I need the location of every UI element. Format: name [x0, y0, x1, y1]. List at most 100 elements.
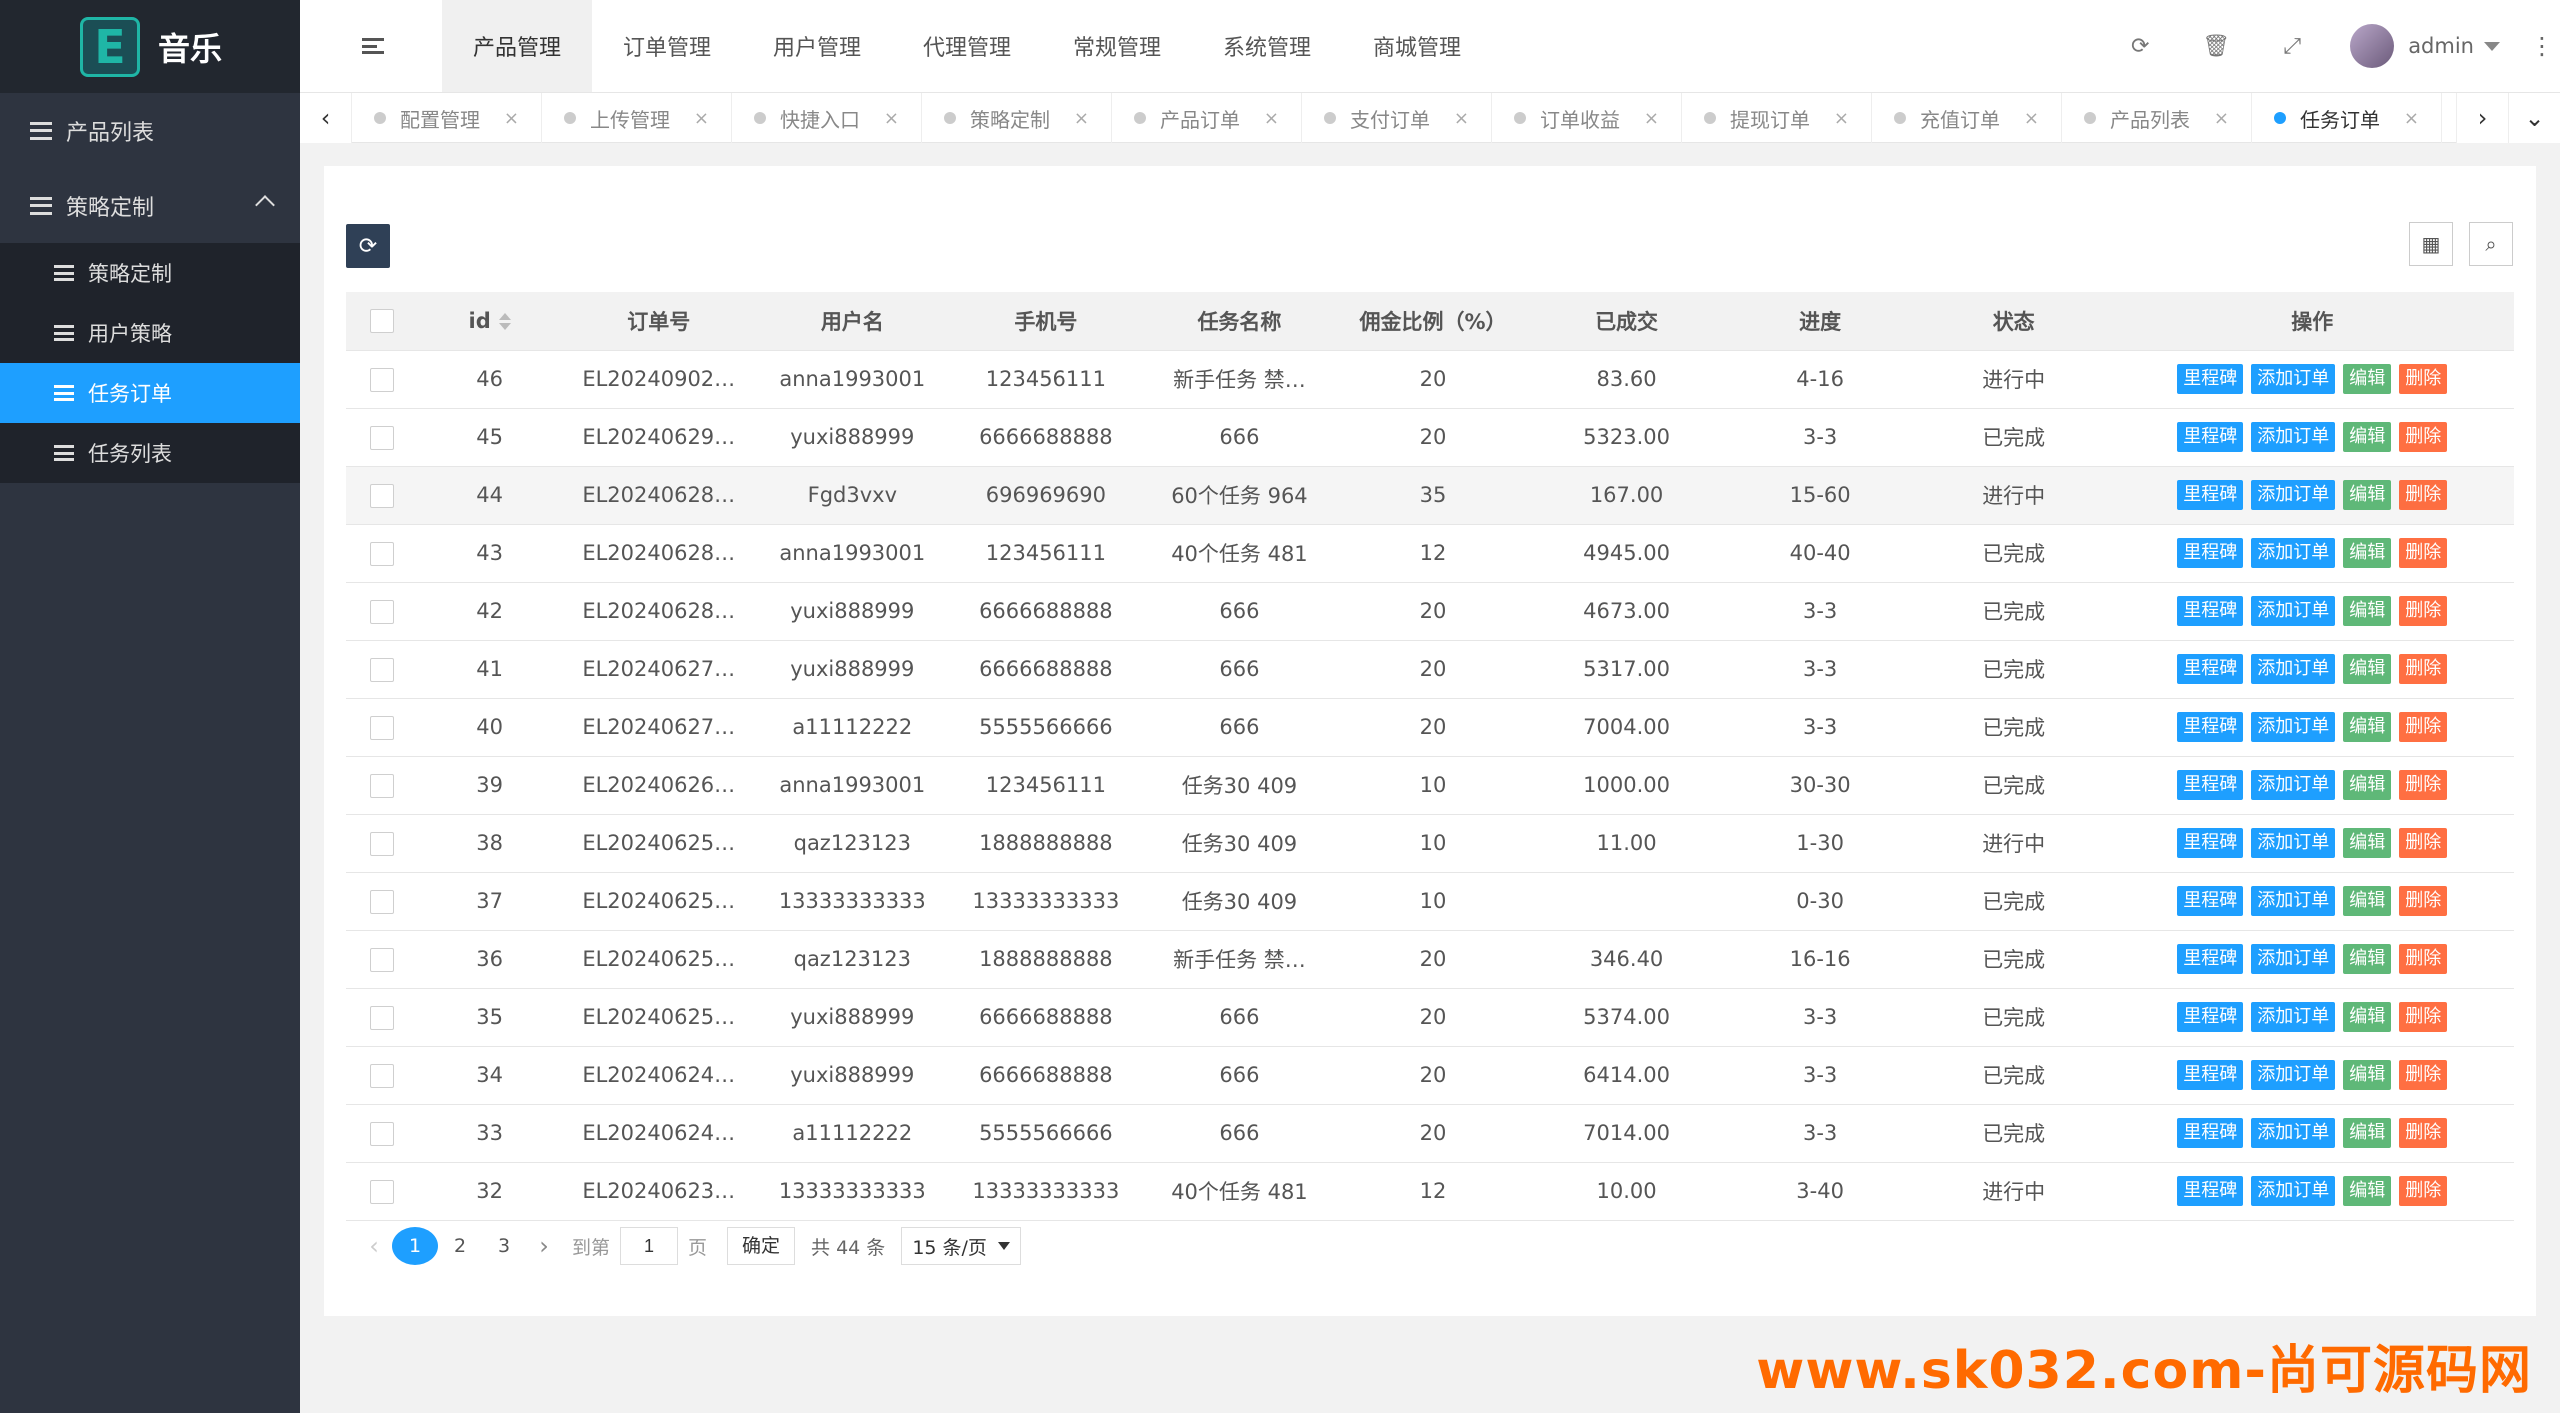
add-order-button[interactable]: 添加订单 [2251, 422, 2336, 452]
edit-button[interactable]: 编辑 [2343, 1176, 2392, 1206]
tab-withdraw-orders[interactable]: 提现订单 × [1682, 93, 1872, 143]
row-checkbox[interactable] [369, 1063, 394, 1088]
row-checkbox[interactable] [369, 1179, 394, 1204]
row-checkbox[interactable] [369, 367, 394, 392]
row-checkbox[interactable] [369, 599, 394, 624]
delete-button[interactable]: 删除 [2399, 712, 2448, 742]
add-order-button[interactable]: 添加订单 [2251, 538, 2336, 568]
row-checkbox[interactable] [369, 657, 394, 682]
sidebar-subitem-strategy[interactable]: 策略定制 [0, 243, 300, 303]
tab-strategy[interactable]: 策略定制 × [922, 93, 1112, 143]
milestone-button[interactable]: 里程碑 [2177, 364, 2244, 394]
close-icon[interactable]: × [884, 108, 899, 129]
tab-payment-orders[interactable]: 支付订单 × [1302, 93, 1492, 143]
chevron-down-icon[interactable]: ⌄ [2508, 93, 2560, 143]
fullscreen-icon[interactable]: ⤢ [2254, 34, 2330, 59]
page-1[interactable]: 1 [392, 1227, 438, 1265]
tab-product-orders[interactable]: 产品订单 × [1112, 93, 1302, 143]
milestone-button[interactable]: 里程碑 [2177, 828, 2244, 858]
milestone-button[interactable]: 里程碑 [2177, 1002, 2244, 1032]
close-icon[interactable]: × [1074, 108, 1089, 129]
close-icon[interactable]: × [2214, 108, 2229, 129]
tab-config[interactable]: 配置管理 × [352, 93, 542, 143]
delete-button[interactable]: 删除 [2399, 422, 2448, 452]
row-checkbox[interactable] [369, 715, 394, 740]
edit-button[interactable]: 编辑 [2343, 364, 2392, 394]
delete-button[interactable]: 删除 [2399, 1118, 2448, 1148]
edit-button[interactable]: 编辑 [2343, 422, 2392, 452]
add-order-button[interactable]: 添加订单 [2251, 596, 2336, 626]
sidebar-subitem-user-strategy[interactable]: 用户策略 [0, 303, 300, 363]
delete-button[interactable]: 删除 [2399, 886, 2448, 916]
add-order-button[interactable]: 添加订单 [2251, 828, 2336, 858]
select-all-checkbox[interactable] [369, 309, 394, 334]
row-checkbox[interactable] [369, 773, 394, 798]
row-checkbox[interactable] [369, 831, 394, 856]
delete-button[interactable]: 删除 [2399, 538, 2448, 568]
topnav-agents[interactable]: 代理管理 [892, 0, 1042, 92]
chevron-right-icon[interactable]: › [2456, 93, 2508, 143]
row-checkbox[interactable] [369, 425, 394, 450]
add-order-button[interactable]: 添加订单 [2251, 364, 2336, 394]
add-order-button[interactable]: 添加订单 [2251, 712, 2336, 742]
edit-button[interactable]: 编辑 [2343, 538, 2392, 568]
add-order-button[interactable]: 添加订单 [2251, 654, 2336, 684]
add-order-button[interactable]: 添加订单 [2251, 886, 2336, 916]
tab-shortcuts[interactable]: 快捷入口 × [732, 93, 922, 143]
close-icon[interactable]: × [1834, 108, 1849, 129]
delete-button[interactable]: 删除 [2399, 770, 2448, 800]
avatar[interactable] [2350, 24, 2395, 68]
close-icon[interactable]: × [2024, 108, 2039, 129]
close-icon[interactable]: × [1454, 108, 1469, 129]
topnav-users[interactable]: 用户管理 [742, 0, 892, 92]
sort-icon[interactable] [498, 313, 511, 331]
refresh-icon[interactable]: ⟳ [2102, 34, 2178, 59]
sidebar-item-product-list[interactable]: 产品列表 [0, 93, 300, 168]
trash-icon[interactable]: 🗑 [2178, 34, 2254, 59]
milestone-button[interactable]: 里程碑 [2177, 712, 2244, 742]
edit-button[interactable]: 编辑 [2343, 886, 2392, 916]
milestone-button[interactable]: 里程碑 [2177, 422, 2244, 452]
row-checkbox[interactable] [369, 1121, 394, 1146]
sidebar-subitem-task-orders[interactable]: 任务订单 [0, 363, 300, 423]
search-icon[interactable]: ⌕ [2469, 222, 2513, 266]
chevron-left-icon[interactable]: ‹ [300, 93, 352, 143]
close-icon[interactable]: × [694, 108, 709, 129]
close-icon[interactable]: × [2404, 108, 2419, 129]
milestone-button[interactable]: 里程碑 [2177, 654, 2244, 684]
row-checkbox[interactable] [369, 947, 394, 972]
add-order-button[interactable]: 添加订单 [2251, 944, 2336, 974]
row-checkbox[interactable] [369, 889, 394, 914]
edit-button[interactable]: 编辑 [2343, 654, 2392, 684]
topnav-product[interactable]: 产品管理 [442, 0, 592, 92]
row-checkbox[interactable] [369, 483, 394, 508]
delete-button[interactable]: 删除 [2399, 944, 2448, 974]
page-3[interactable]: 3 [482, 1227, 526, 1265]
prev-page-icon[interactable]: ‹ [356, 1232, 392, 1260]
tab-product-list[interactable]: 产品列表 × [2062, 93, 2252, 143]
delete-button[interactable]: 删除 [2399, 654, 2448, 684]
edit-button[interactable]: 编辑 [2343, 770, 2392, 800]
col-id[interactable]: id [417, 292, 562, 351]
milestone-button[interactable]: 里程碑 [2177, 1118, 2244, 1148]
milestone-button[interactable]: 里程碑 [2177, 538, 2244, 568]
topnav-mall[interactable]: 商城管理 [1342, 0, 1492, 92]
edit-button[interactable]: 编辑 [2343, 828, 2392, 858]
edit-button[interactable]: 编辑 [2343, 1060, 2392, 1090]
edit-button[interactable]: 编辑 [2343, 1002, 2392, 1032]
edit-button[interactable]: 编辑 [2343, 944, 2392, 974]
tab-task-orders[interactable]: 任务订单 × [2252, 93, 2442, 143]
confirm-button[interactable]: 确定 [727, 1227, 796, 1265]
edit-button[interactable]: 编辑 [2343, 712, 2392, 742]
next-page-icon[interactable]: › [526, 1232, 562, 1260]
add-order-button[interactable]: 添加订单 [2251, 480, 2336, 510]
add-order-button[interactable]: 添加订单 [2251, 770, 2336, 800]
delete-button[interactable]: 删除 [2399, 828, 2448, 858]
delete-button[interactable]: 删除 [2399, 1002, 2448, 1032]
page-2[interactable]: 2 [438, 1227, 482, 1265]
tab-upload[interactable]: 上传管理 × [542, 93, 732, 143]
milestone-button[interactable]: 里程碑 [2177, 770, 2244, 800]
add-order-button[interactable]: 添加订单 [2251, 1118, 2336, 1148]
delete-button[interactable]: 删除 [2399, 596, 2448, 626]
milestone-button[interactable]: 里程碑 [2177, 596, 2244, 626]
